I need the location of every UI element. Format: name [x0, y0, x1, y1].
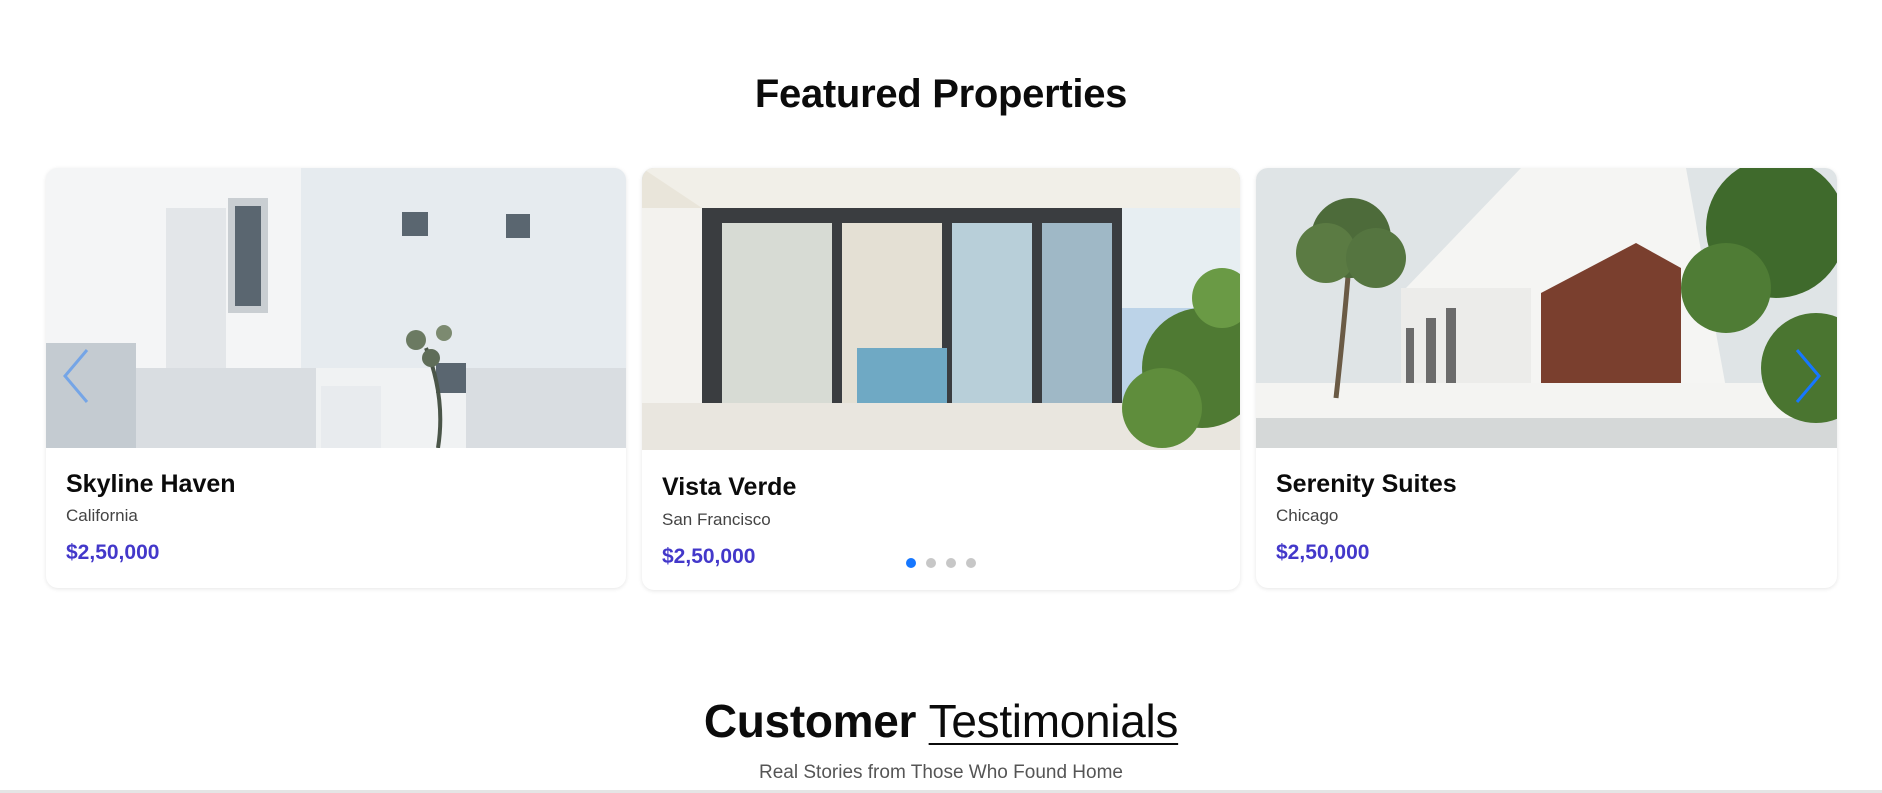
testimonials-title-light: Testimonials: [928, 695, 1179, 747]
property-photo: [46, 168, 626, 448]
pagination-dot[interactable]: [966, 558, 976, 568]
property-name[interactable]: Serenity Suites: [1276, 470, 1457, 499]
carousel-prev-button[interactable]: [56, 346, 96, 406]
pagination-dot[interactable]: [946, 558, 956, 568]
property-location: Chicago: [1276, 506, 1339, 525]
property-location: San Francisco: [662, 510, 771, 529]
property-photo: [642, 168, 1240, 450]
testimonials-title: Customer Testimonials: [0, 694, 1882, 748]
chevron-right-icon: [1795, 349, 1821, 403]
carousel-next-button[interactable]: [1788, 346, 1828, 406]
property-location: California: [66, 506, 138, 525]
properties-carousel: Skyline Haven California $2,50,000 Vista…: [0, 168, 1882, 590]
property-card[interactable]: Skyline Haven California $2,50,000: [46, 168, 626, 588]
property-name[interactable]: Skyline Haven: [66, 470, 236, 499]
featured-properties-title: Featured Properties: [754, 72, 1128, 116]
testimonials-title-bold: Customer: [703, 695, 917, 747]
pagination-dot[interactable]: [906, 558, 916, 568]
property-card[interactable]: Vista Verde San Francisco $2,50,000: [642, 168, 1240, 590]
property-photo: [1256, 168, 1837, 448]
property-card[interactable]: Serenity Suites Chicago $2,50,000: [1256, 168, 1837, 588]
testimonials-subtitle: Real Stories from Those Who Found Home: [759, 762, 1123, 783]
property-name[interactable]: Vista Verde: [662, 473, 796, 502]
chevron-left-icon: [63, 349, 89, 403]
property-price: $2,50,000: [1276, 541, 1370, 564]
property-price: $2,50,000: [662, 545, 756, 568]
carousel-pagination: [906, 558, 976, 568]
pagination-dot[interactable]: [926, 558, 936, 568]
property-price: $2,50,000: [66, 541, 160, 564]
